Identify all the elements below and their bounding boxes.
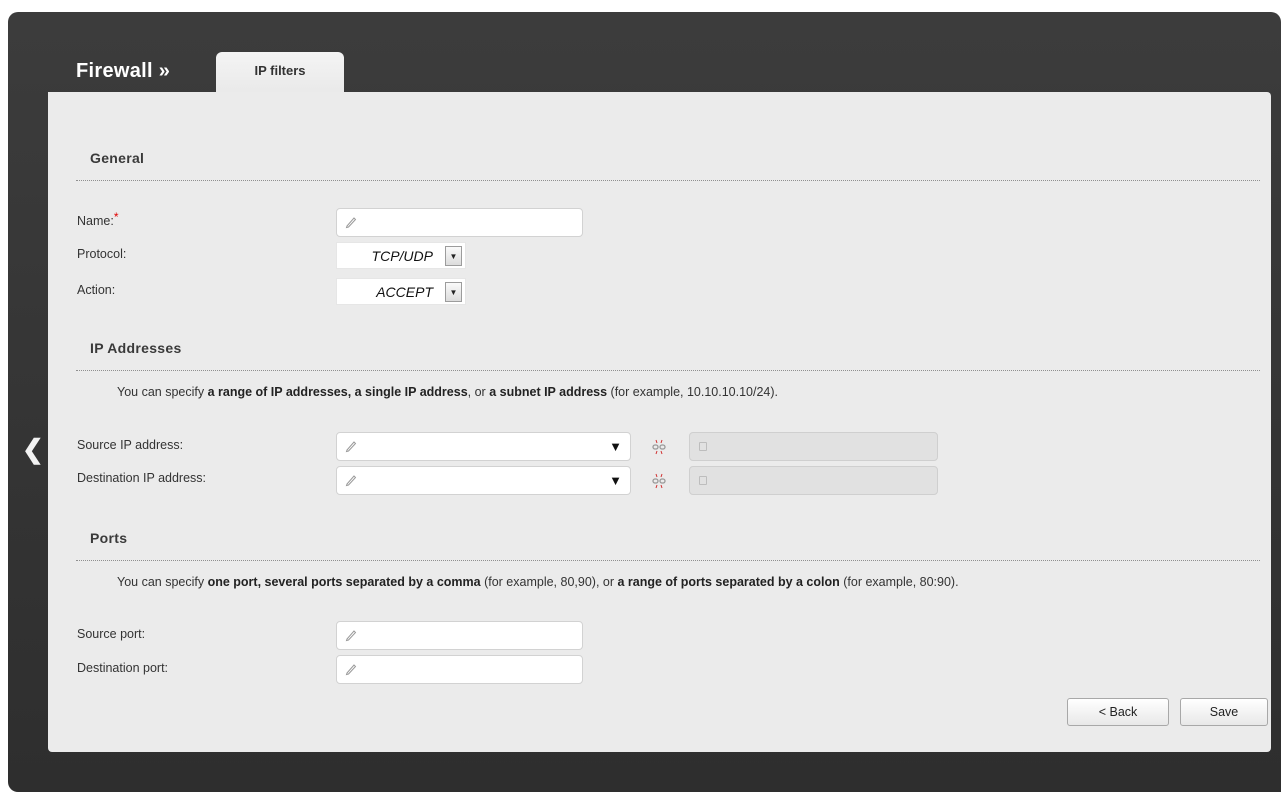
source-port-label: Source port: (77, 627, 146, 641)
tab-label: IP filters (254, 63, 306, 78)
destination-ip-input[interactable]: ▼ (336, 466, 631, 495)
hint-bold: one port, several ports separated by a c… (207, 575, 481, 589)
unlink-icon-shape (652, 473, 666, 489)
caret-down-icon[interactable]: ▼ (609, 473, 622, 488)
name-input[interactable] (336, 208, 583, 237)
hint-text: (for example, 10.10.10.10/24). (607, 385, 779, 399)
back-button[interactable]: < Back (1067, 698, 1169, 726)
action-value: ACCEPT (376, 284, 433, 300)
unlink-icon[interactable] (651, 473, 667, 489)
destination-port-label: Destination port: (77, 661, 169, 675)
hint-text: (for example, 80,90), or (480, 575, 618, 589)
ports-hint: You can specify one port, several ports … (117, 575, 959, 589)
section-divider (76, 370, 1260, 371)
save-button[interactable]: Save (1180, 698, 1268, 726)
pencil-icon (345, 441, 357, 453)
source-ip-input[interactable]: ▼ (336, 432, 631, 461)
pencil-icon (345, 217, 357, 229)
pencil-icon (345, 475, 357, 487)
pencil-icon (345, 630, 357, 642)
hint-text: You can specify (117, 575, 208, 589)
chevron-left-icon[interactable]: ❮ (22, 436, 44, 462)
section-divider (76, 560, 1260, 561)
protocol-label: Protocol: (77, 247, 127, 261)
hint-text: (for example, 80:90). (839, 575, 959, 589)
unlink-icon[interactable] (651, 439, 667, 455)
name-label-text: Name: (77, 214, 114, 228)
page-title: Firewall » (76, 60, 171, 82)
source-ip-range-input (689, 432, 938, 461)
unlink-icon-shape (652, 439, 666, 455)
caret-down-icon[interactable]: ▼ (609, 439, 622, 454)
pencil-icon (345, 664, 357, 676)
section-divider (76, 180, 1260, 181)
section-title-general: General (90, 150, 145, 166)
hint-bold: a range of IP addresses, a single IP add… (207, 385, 468, 399)
caret-down-icon[interactable]: ▼ (445, 282, 462, 302)
destination-ip-range-input (689, 466, 938, 495)
hint-text: You can specify (117, 385, 208, 399)
tab-ip-filters[interactable]: IP filters (216, 52, 344, 94)
source-port-input[interactable] (336, 621, 583, 650)
lock-icon (699, 476, 707, 485)
destination-port-input[interactable] (336, 655, 583, 684)
action-label: Action: (77, 283, 116, 297)
protocol-select[interactable]: TCP/UDP ▼ (336, 242, 466, 269)
hint-bold: a range of ports separated by a colon (617, 575, 840, 589)
section-title-ports: Ports (90, 530, 128, 546)
ip-hint: You can specify a range of IP addresses,… (117, 385, 778, 399)
action-select[interactable]: ACCEPT ▼ (336, 278, 466, 305)
name-label: Name:* (77, 210, 119, 228)
content-panel (48, 92, 1271, 752)
hint-text: , or (467, 385, 490, 399)
section-title-ip-addresses: IP Addresses (90, 340, 182, 356)
protocol-value: TCP/UDP (371, 248, 433, 264)
caret-down-icon[interactable]: ▼ (445, 246, 462, 266)
required-mark: * (113, 210, 119, 224)
lock-icon (699, 442, 707, 451)
destination-ip-label: Destination IP address: (77, 471, 207, 485)
hint-bold: a subnet IP address (489, 385, 608, 399)
source-ip-label: Source IP address: (77, 438, 184, 452)
